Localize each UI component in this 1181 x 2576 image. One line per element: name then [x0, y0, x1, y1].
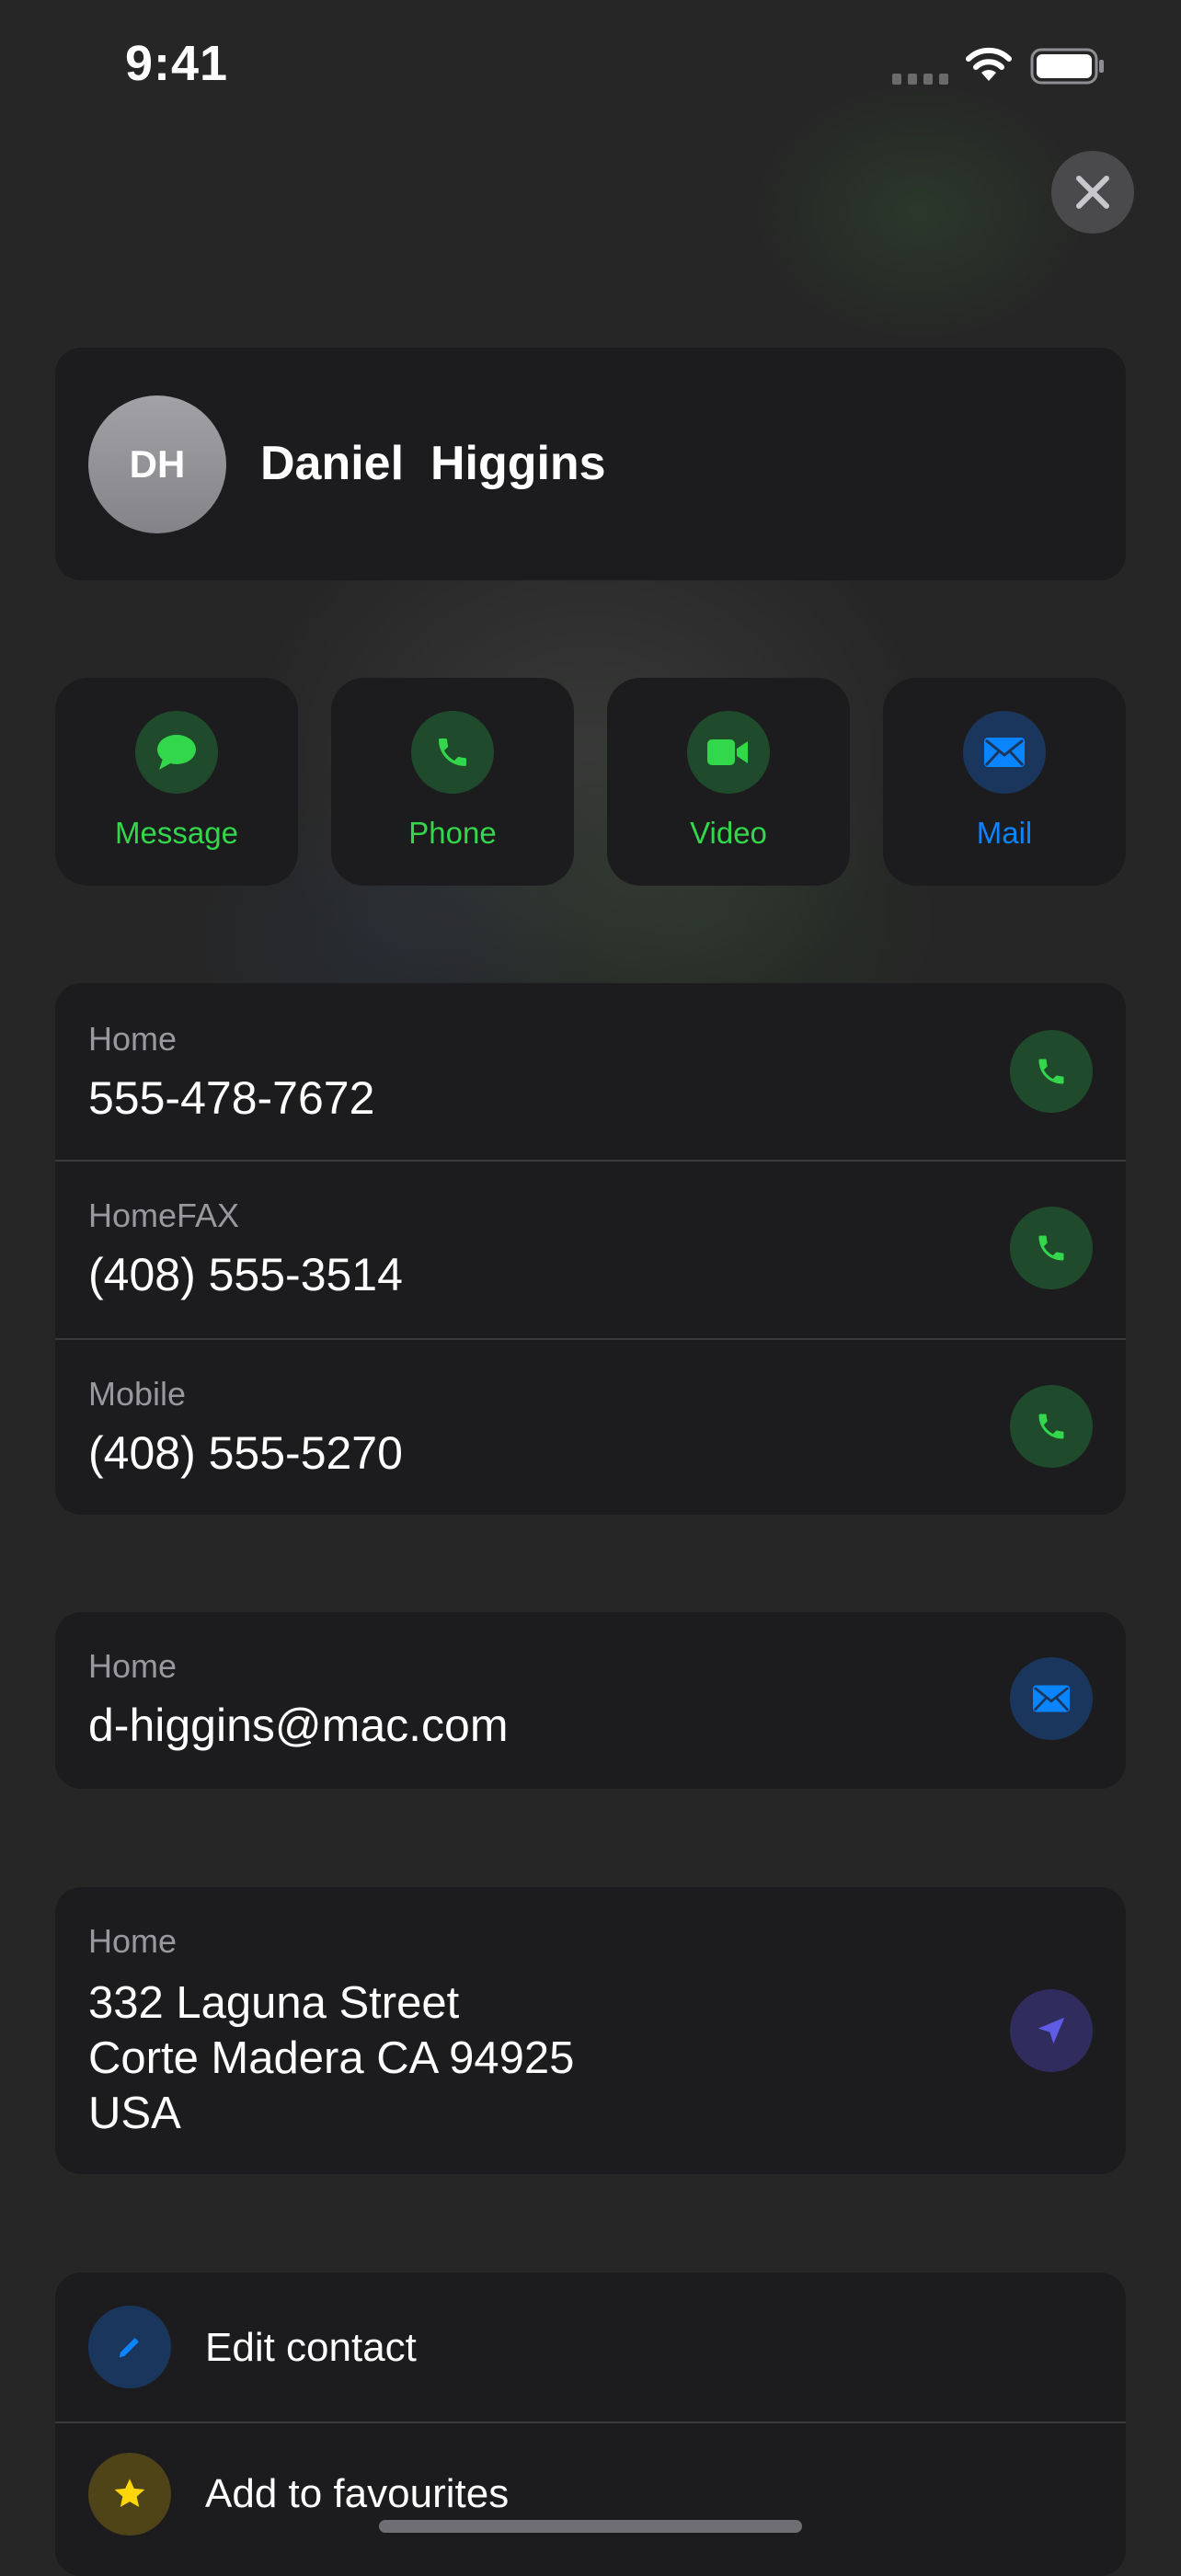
phone-label-mobile: Mobile — [88, 1375, 187, 1413]
envelope-icon — [1033, 1685, 1070, 1712]
address-text: 332 Laguna Street Corte Madera CA 94925 … — [88, 1975, 574, 2141]
address-line-country: USA — [88, 2089, 181, 2138]
message-icon-circle — [135, 711, 218, 794]
phone-icon — [439, 738, 466, 766]
email-card[interactable]: Home d-higgins@mac.com — [55, 1612, 1126, 1789]
video-icon-circle — [687, 711, 770, 794]
pencil-icon — [119, 2338, 139, 2358]
phone-row-homefax[interactable]: HomeFAX (408) 555-3514 — [55, 1162, 1126, 1338]
message-button[interactable]: Message — [55, 678, 298, 886]
call-home-button[interactable] — [1010, 1030, 1093, 1113]
battery-icon — [1030, 48, 1104, 85]
address-line-city: Corte Madera CA 94925 — [88, 2033, 575, 2083]
add-to-favourites-row[interactable]: Add to favourites — [55, 2423, 1126, 2576]
video-camera-icon — [707, 739, 748, 765]
call-mobile-button[interactable] — [1010, 1385, 1093, 1468]
address-label: Home — [88, 1922, 178, 1960]
edit-contact-row[interactable]: Edit contact — [55, 2273, 1126, 2421]
address-card[interactable]: Home 332 Laguna Street Corte Madera CA 9… — [55, 1887, 1126, 2174]
message-label: Message — [115, 816, 238, 850]
close-button[interactable] — [1051, 151, 1134, 234]
message-bubble-icon — [157, 735, 196, 770]
status-time: 9:41 — [125, 36, 229, 91]
location-arrow-icon — [1038, 2017, 1065, 2044]
address-line-street: 332 Laguna Street — [88, 1978, 460, 2028]
contact-header-card: DH Daniel Higgins — [55, 348, 1126, 580]
favourite-icon-circle — [88, 2453, 171, 2536]
phone-label-home: Home — [88, 1020, 178, 1058]
wifi-icon — [966, 47, 1012, 81]
call-homefax-button[interactable] — [1010, 1207, 1093, 1289]
directions-button[interactable] — [1010, 1989, 1093, 2072]
email-label: Home — [88, 1647, 178, 1685]
mail-icon-circle — [963, 711, 1046, 794]
send-email-button[interactable] — [1010, 1657, 1093, 1740]
envelope-icon — [984, 738, 1025, 767]
home-indicator[interactable] — [379, 2520, 802, 2533]
edit-contact-label: Edit contact — [205, 2325, 417, 2370]
avatar: DH — [88, 395, 226, 533]
phone-icon-circle — [411, 711, 494, 794]
phone-number-mobile: (408) 555-5270 — [88, 1427, 403, 1479]
mail-button[interactable]: Mail — [883, 678, 1126, 886]
contact-name: Daniel Higgins — [260, 437, 606, 490]
phone-icon — [1038, 1235, 1064, 1261]
email-address: d-higgins@mac.com — [88, 1700, 509, 1751]
phone-icon — [1038, 1414, 1064, 1439]
star-icon — [114, 2479, 145, 2507]
close-icon — [1076, 176, 1109, 209]
status-bar: 9:41 — [0, 0, 1181, 129]
add-to-favourites-label: Add to favourites — [205, 2471, 510, 2516]
mail-label: Mail — [976, 816, 1033, 850]
edit-icon-circle — [88, 2306, 171, 2388]
video-label: Video — [690, 816, 767, 850]
phone-row-mobile[interactable]: Mobile (408) 555-5270 — [55, 1340, 1126, 1515]
phone-button[interactable]: Phone — [331, 678, 574, 886]
phone-icon — [1038, 1059, 1064, 1084]
video-button[interactable]: Video — [607, 678, 850, 886]
phone-row-home[interactable]: Home 555-478-7672 — [55, 983, 1126, 1160]
phone-number-homefax: (408) 555-3514 — [88, 1249, 403, 1300]
phone-label: Phone — [408, 816, 497, 850]
phone-number-home: 555-478-7672 — [88, 1072, 375, 1124]
cellular-signal-icon — [892, 74, 948, 85]
phone-numbers-card: Home 555-478-7672 HomeFAX (408) 555-3514… — [55, 983, 1126, 1515]
phone-label-homefax: HomeFAX — [88, 1196, 240, 1234]
